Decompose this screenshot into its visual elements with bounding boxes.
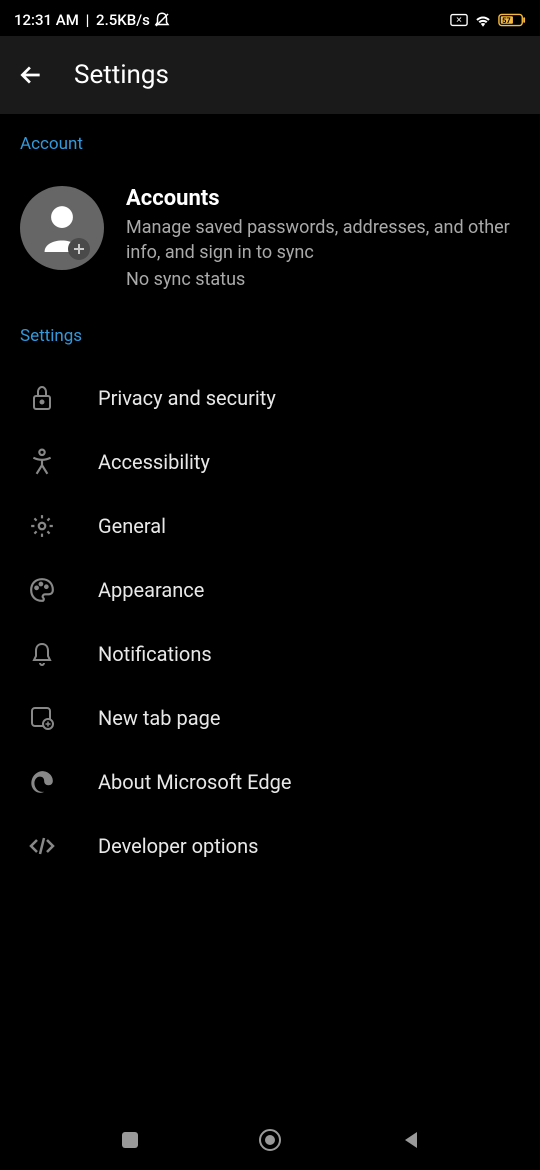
status-right: ✕ 57: [450, 13, 526, 27]
code-icon: [28, 832, 56, 860]
add-account-icon: [68, 238, 90, 260]
status-time: 12:31 AM: [14, 11, 79, 29]
lock-icon: [28, 384, 56, 412]
settings-item-notifications[interactable]: Notifications: [0, 622, 540, 686]
section-header-settings: Settings: [0, 306, 540, 358]
account-title: Accounts: [126, 186, 520, 211]
battery-icon: 57: [498, 13, 526, 27]
status-bar: 12:31 AM | 2.5KB/s ✕: [0, 0, 540, 36]
dnd-icon: [153, 11, 171, 29]
status-speed: 2.5KB/s: [96, 11, 150, 29]
settings-item-about[interactable]: About Microsoft Edge: [0, 750, 540, 814]
wifi-icon: [474, 13, 492, 27]
settings-item-developer[interactable]: Developer options: [0, 814, 540, 878]
section-header-account: Account: [0, 114, 540, 166]
item-label: About Microsoft Edge: [98, 770, 291, 794]
account-info: Accounts Manage saved passwords, address…: [126, 186, 520, 290]
item-label: Developer options: [98, 834, 258, 858]
nav-recents-button[interactable]: [115, 1125, 145, 1155]
nav-back-button[interactable]: [395, 1125, 425, 1155]
app-header: Settings: [0, 36, 540, 114]
account-description: Manage saved passwords, addresses, and o…: [126, 215, 520, 265]
settings-item-appearance[interactable]: Appearance: [0, 558, 540, 622]
rotation-lock-icon: ✕: [450, 13, 468, 27]
back-button[interactable]: [18, 62, 44, 88]
settings-item-general[interactable]: General: [0, 494, 540, 558]
avatar: [20, 186, 104, 270]
item-label: Notifications: [98, 642, 212, 666]
palette-icon: [28, 576, 56, 604]
status-divider: |: [82, 11, 93, 29]
gear-icon: [28, 512, 56, 540]
bell-icon: [28, 640, 56, 668]
settings-item-newtab[interactable]: New tab page: [0, 686, 540, 750]
navigation-bar: [0, 1110, 540, 1170]
item-label: Appearance: [98, 578, 204, 602]
edge-icon: [28, 768, 56, 796]
item-label: Privacy and security: [98, 386, 276, 410]
page-title: Settings: [74, 60, 169, 90]
settings-list: Privacy and security Accessibility Gener…: [0, 358, 540, 886]
settings-item-accessibility[interactable]: Accessibility: [0, 430, 540, 494]
item-label: Accessibility: [98, 450, 210, 474]
status-left: 12:31 AM | 2.5KB/s: [14, 11, 171, 29]
item-label: General: [98, 514, 166, 538]
svg-text:57: 57: [502, 16, 511, 25]
svg-text:✕: ✕: [456, 15, 463, 25]
accounts-item[interactable]: Accounts Manage saved passwords, address…: [0, 166, 540, 306]
accessibility-icon: [28, 448, 56, 476]
tab-plus-icon: [28, 704, 56, 732]
account-sync-status: No sync status: [126, 269, 520, 290]
item-label: New tab page: [98, 706, 220, 730]
content: Account Accounts Manage saved passwords,…: [0, 114, 540, 886]
settings-item-privacy[interactable]: Privacy and security: [0, 366, 540, 430]
nav-home-button[interactable]: [255, 1125, 285, 1155]
